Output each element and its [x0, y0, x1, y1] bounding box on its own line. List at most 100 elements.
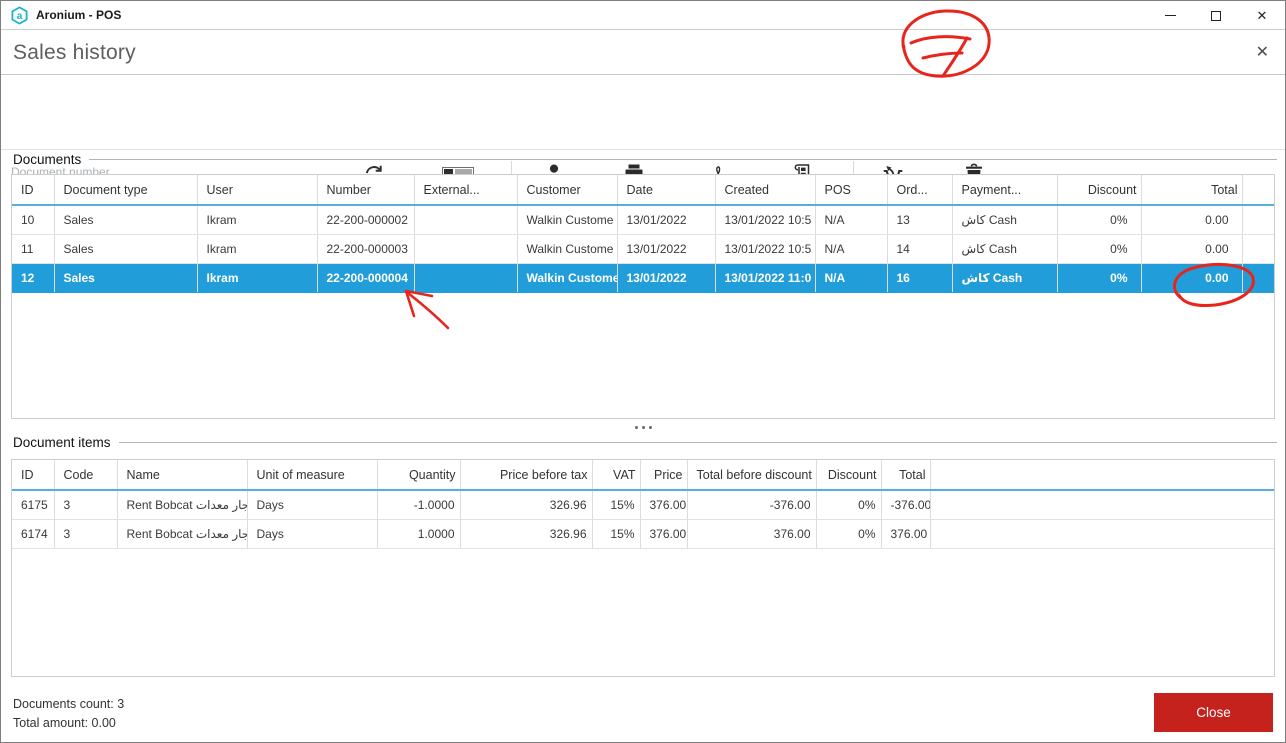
cell: 15% — [592, 490, 641, 520]
document-row[interactable]: 10 Sales Ikram 22-200-000002 Walkin Custome 1… — [12, 205, 1274, 235]
cell: 11 — [12, 234, 55, 264]
cell: 6174 — [12, 519, 55, 549]
cell: Rent Bobcat ايجار معدات — [117, 490, 248, 520]
column-header[interactable]: Quantity — [377, 460, 461, 490]
cell: Walkin Custome — [517, 205, 618, 235]
dialog-close-button[interactable]: ✕ — [1256, 42, 1269, 62]
close-button[interactable]: Close — [1154, 693, 1273, 732]
close-button-label: Close — [1196, 705, 1231, 720]
column-header[interactable]: Total — [1141, 175, 1243, 205]
column-header[interactable]: Number — [317, 175, 415, 205]
cell: 376.00 — [687, 519, 817, 549]
document-row[interactable]: 12 Sales Ikram 22-200-000004 Walkin Custome 1… — [12, 263, 1274, 293]
column-header[interactable]: Name — [117, 460, 248, 490]
cell: 16 — [887, 263, 953, 293]
cell — [414, 234, 518, 264]
item-row[interactable]: 61753Rent Bobcat ايجار معداتDays-1.00003… — [12, 490, 1274, 520]
column-header[interactable]: Payment... — [952, 175, 1058, 205]
document-items-table-container: ID Code Name Unit of measure Quantity Price b… — [11, 459, 1275, 677]
documents-section-label: Documents — [13, 152, 1277, 167]
column-header[interactable]: External... — [414, 175, 518, 205]
dialog-title: Sales history — [13, 41, 136, 64]
documents-count: Documents count: 3 — [13, 697, 124, 711]
column-header[interactable]: Customer — [517, 175, 618, 205]
cell — [930, 490, 1274, 520]
cell: Sales — [54, 234, 198, 264]
column-header[interactable]: Price — [640, 460, 688, 490]
column-header[interactable]: Discount — [1057, 175, 1142, 205]
column-header[interactable]: VAT — [592, 460, 641, 490]
cell: 0.00 — [1141, 205, 1243, 235]
column-header[interactable] — [1242, 175, 1274, 205]
cell: 0% — [816, 490, 882, 520]
cell: 22-200-000003 — [317, 234, 415, 264]
cell — [1242, 263, 1274, 293]
column-header[interactable]: ID — [12, 460, 55, 490]
cell: 13/01/2022 10:5 — [715, 205, 816, 235]
column-header[interactable]: Created — [715, 175, 816, 205]
item-row[interactable]: 61743Rent Bobcat ايجار معداتDays1.000032… — [12, 519, 1274, 549]
cell: 13/01/2022 — [617, 205, 716, 235]
cell: 13 — [887, 205, 953, 235]
cell: 22-200-000004 — [317, 263, 415, 293]
section-rule — [89, 159, 1277, 160]
cell: 376.00 — [640, 519, 688, 549]
documents-section-title: Documents — [13, 152, 82, 167]
cell: كاش Cash — [952, 205, 1058, 235]
cell: 0% — [1057, 205, 1142, 235]
window-close-button[interactable]: ✕ — [1239, 1, 1285, 30]
column-header[interactable]: Discount — [816, 460, 882, 490]
cell: 13/01/2022 — [617, 234, 716, 264]
column-header[interactable]: Date — [617, 175, 716, 205]
column-header[interactable]: Price before tax — [460, 460, 593, 490]
column-header[interactable]: Code — [54, 460, 118, 490]
cell: 14 — [887, 234, 953, 264]
column-header[interactable]: POS — [815, 175, 888, 205]
app-window: a Aronium - POS ✕ Sales history ✕ POS ▼ … — [0, 0, 1286, 743]
titlebar: a Aronium - POS ✕ — [1, 1, 1285, 30]
documents-count-value: 3 — [117, 697, 125, 711]
document-items-header-row: ID Code Name Unit of measure Quantity Price b… — [12, 460, 1274, 490]
column-header[interactable]: Total before discount — [687, 460, 817, 490]
column-header[interactable]: Document type — [54, 175, 198, 205]
cell: 0% — [1057, 263, 1142, 293]
document-row[interactable]: 11 Sales Ikram 22-200-000003 Walkin Custome 1… — [12, 234, 1274, 264]
column-header[interactable]: Ord... — [887, 175, 953, 205]
cell: 0% — [1057, 234, 1142, 264]
cell: 0.00 — [1141, 234, 1243, 264]
cell: 22-200-000002 — [317, 205, 415, 235]
cell — [414, 205, 518, 235]
cell: Walkin Custome — [517, 263, 618, 293]
cell: 0% — [816, 519, 882, 549]
splitter-handle[interactable] — [1, 420, 1285, 434]
maximize-button[interactable] — [1193, 1, 1239, 30]
column-header[interactable]: Total — [881, 460, 931, 490]
column-header[interactable] — [930, 460, 1274, 490]
cell: N/A — [815, 234, 888, 264]
cell: Days — [247, 519, 378, 549]
cell — [1242, 205, 1274, 235]
cell: 13/01/2022 10:5 — [715, 234, 816, 264]
document-items-section-title: Document items — [13, 435, 111, 450]
cell — [930, 519, 1274, 549]
documents-table-container: ID Document type User Number External... Cust… — [11, 174, 1275, 419]
cell: Sales — [54, 205, 198, 235]
minimize-button[interactable] — [1147, 1, 1193, 30]
cell: 326.96 — [460, 519, 593, 549]
cell: 3 — [54, 490, 118, 520]
cell: N/A — [815, 263, 888, 293]
cell: Days — [247, 490, 378, 520]
documents-table: ID Document type User Number External... Cust… — [12, 175, 1274, 293]
dialog-header: Sales history ✕ — [1, 30, 1285, 75]
document-items-table: ID Code Name Unit of measure Quantity Price b… — [12, 460, 1274, 549]
cell: 6175 — [12, 490, 55, 520]
cell: -376.00 — [687, 490, 817, 520]
column-header[interactable]: User — [197, 175, 318, 205]
cell: N/A — [815, 205, 888, 235]
window-title: Aronium - POS — [36, 8, 122, 22]
cell: Ikram — [197, 205, 318, 235]
cell: 376.00 — [640, 490, 688, 520]
column-header[interactable]: Unit of measure — [247, 460, 378, 490]
cell: Rent Bobcat ايجار معدات — [117, 519, 248, 549]
column-header[interactable]: ID — [12, 175, 55, 205]
